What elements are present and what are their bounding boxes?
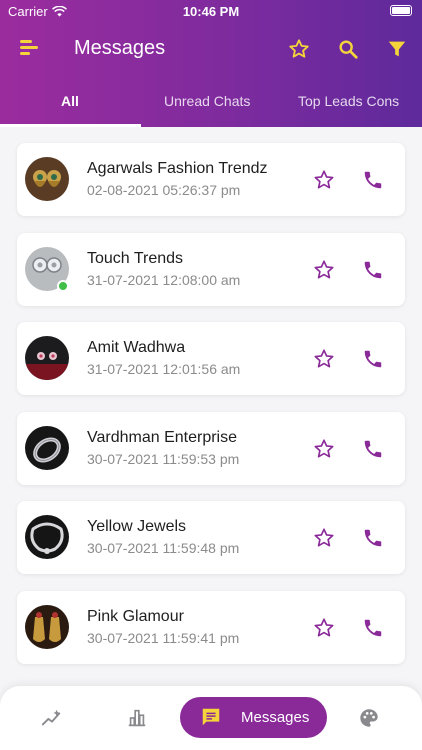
- chat-timestamp: 31-07-2021 12:01:56 am: [87, 361, 241, 377]
- status-time: 10:46 PM: [182, 4, 240, 19]
- chat-card-agarwals[interactable]: Agarwals Fashion Trendz 02-08-2021 05:26…: [17, 143, 405, 216]
- chat-name: Vardhman Enterprise: [87, 429, 237, 446]
- chat-card-touch-trends[interactable]: Touch Trends 31-07-2021 12:08:00 am: [17, 233, 405, 306]
- tab-unread-chats[interactable]: Unread Chats: [164, 93, 250, 109]
- favorite-star-icon[interactable]: [313, 527, 335, 549]
- tab-top-leads[interactable]: Top Leads Cons: [298, 93, 399, 109]
- favorite-star-icon[interactable]: [313, 438, 335, 460]
- nav-messages-button[interactable]: Messages: [180, 697, 327, 738]
- favorite-star-icon[interactable]: [313, 617, 335, 639]
- star-icon[interactable]: [288, 38, 310, 60]
- filter-icon[interactable]: [386, 38, 408, 60]
- chat-card-vardhman[interactable]: Vardhman Enterprise 30-07-2021 11:59:53 …: [17, 412, 405, 485]
- avatar: [25, 515, 69, 559]
- avatar: [25, 426, 69, 470]
- online-status-dot: [57, 280, 69, 292]
- message-icon: [202, 708, 220, 726]
- chat-timestamp: 30-07-2021 11:59:41 pm: [87, 630, 240, 646]
- favorite-star-icon[interactable]: [313, 259, 335, 281]
- chat-name: Touch Trends: [87, 250, 184, 267]
- tab-all[interactable]: All: [61, 93, 79, 109]
- avatar: [25, 605, 69, 649]
- chat-card-amit-wadhwa[interactable]: Amit Wadhwa 31-07-2021 12:01:56 am: [17, 322, 405, 395]
- tab-indicator: [0, 124, 141, 127]
- phone-icon[interactable]: [362, 527, 384, 549]
- phone-icon[interactable]: [362, 438, 384, 460]
- chat-name: Agarwals Fashion Trendz: [87, 160, 268, 177]
- phone-icon[interactable]: [362, 617, 384, 639]
- chat-timestamp: 30-07-2021 11:59:53 pm: [87, 451, 240, 467]
- tab-bar: All Unread Chats Top Leads Cons: [0, 87, 422, 127]
- chat-name: Yellow Jewels: [87, 518, 187, 535]
- status-bar: Carrier 10:46 PM: [0, 0, 422, 22]
- menu-icon[interactable]: [20, 40, 38, 56]
- page-title: Messages: [74, 37, 166, 59]
- chat-timestamp: 31-07-2021 12:08:00 am: [87, 272, 241, 288]
- phone-icon[interactable]: [362, 259, 384, 281]
- app-header: Carrier 10:46 PM Messages All Unread Cha…: [0, 0, 422, 127]
- chat-name: Amit Wadhwa: [87, 339, 186, 356]
- chat-timestamp: 30-07-2021 11:59:48 pm: [87, 540, 240, 556]
- chat-card-pink-glamour[interactable]: Pink Glamour 30-07-2021 11:59:41 pm: [17, 591, 405, 664]
- chat-timestamp: 02-08-2021 05:26:37 pm: [87, 182, 241, 198]
- avatar: [25, 336, 69, 380]
- trending-icon[interactable]: [41, 707, 63, 729]
- chat-card-yellow-jewels[interactable]: Yellow Jewels 30-07-2021 11:59:48 pm: [17, 501, 405, 574]
- search-icon[interactable]: [337, 38, 359, 60]
- favorite-star-icon[interactable]: [313, 348, 335, 370]
- chat-name: Pink Glamour: [87, 608, 184, 625]
- avatar: [25, 157, 69, 201]
- phone-icon[interactable]: [362, 169, 384, 191]
- phone-icon[interactable]: [362, 348, 384, 370]
- palette-icon[interactable]: [358, 707, 380, 729]
- bar-chart-icon[interactable]: [126, 707, 148, 729]
- favorite-star-icon[interactable]: [313, 169, 335, 191]
- battery-icon: [390, 5, 412, 16]
- nav-messages-label: Messages: [241, 709, 310, 726]
- bottom-nav: Messages: [0, 686, 422, 750]
